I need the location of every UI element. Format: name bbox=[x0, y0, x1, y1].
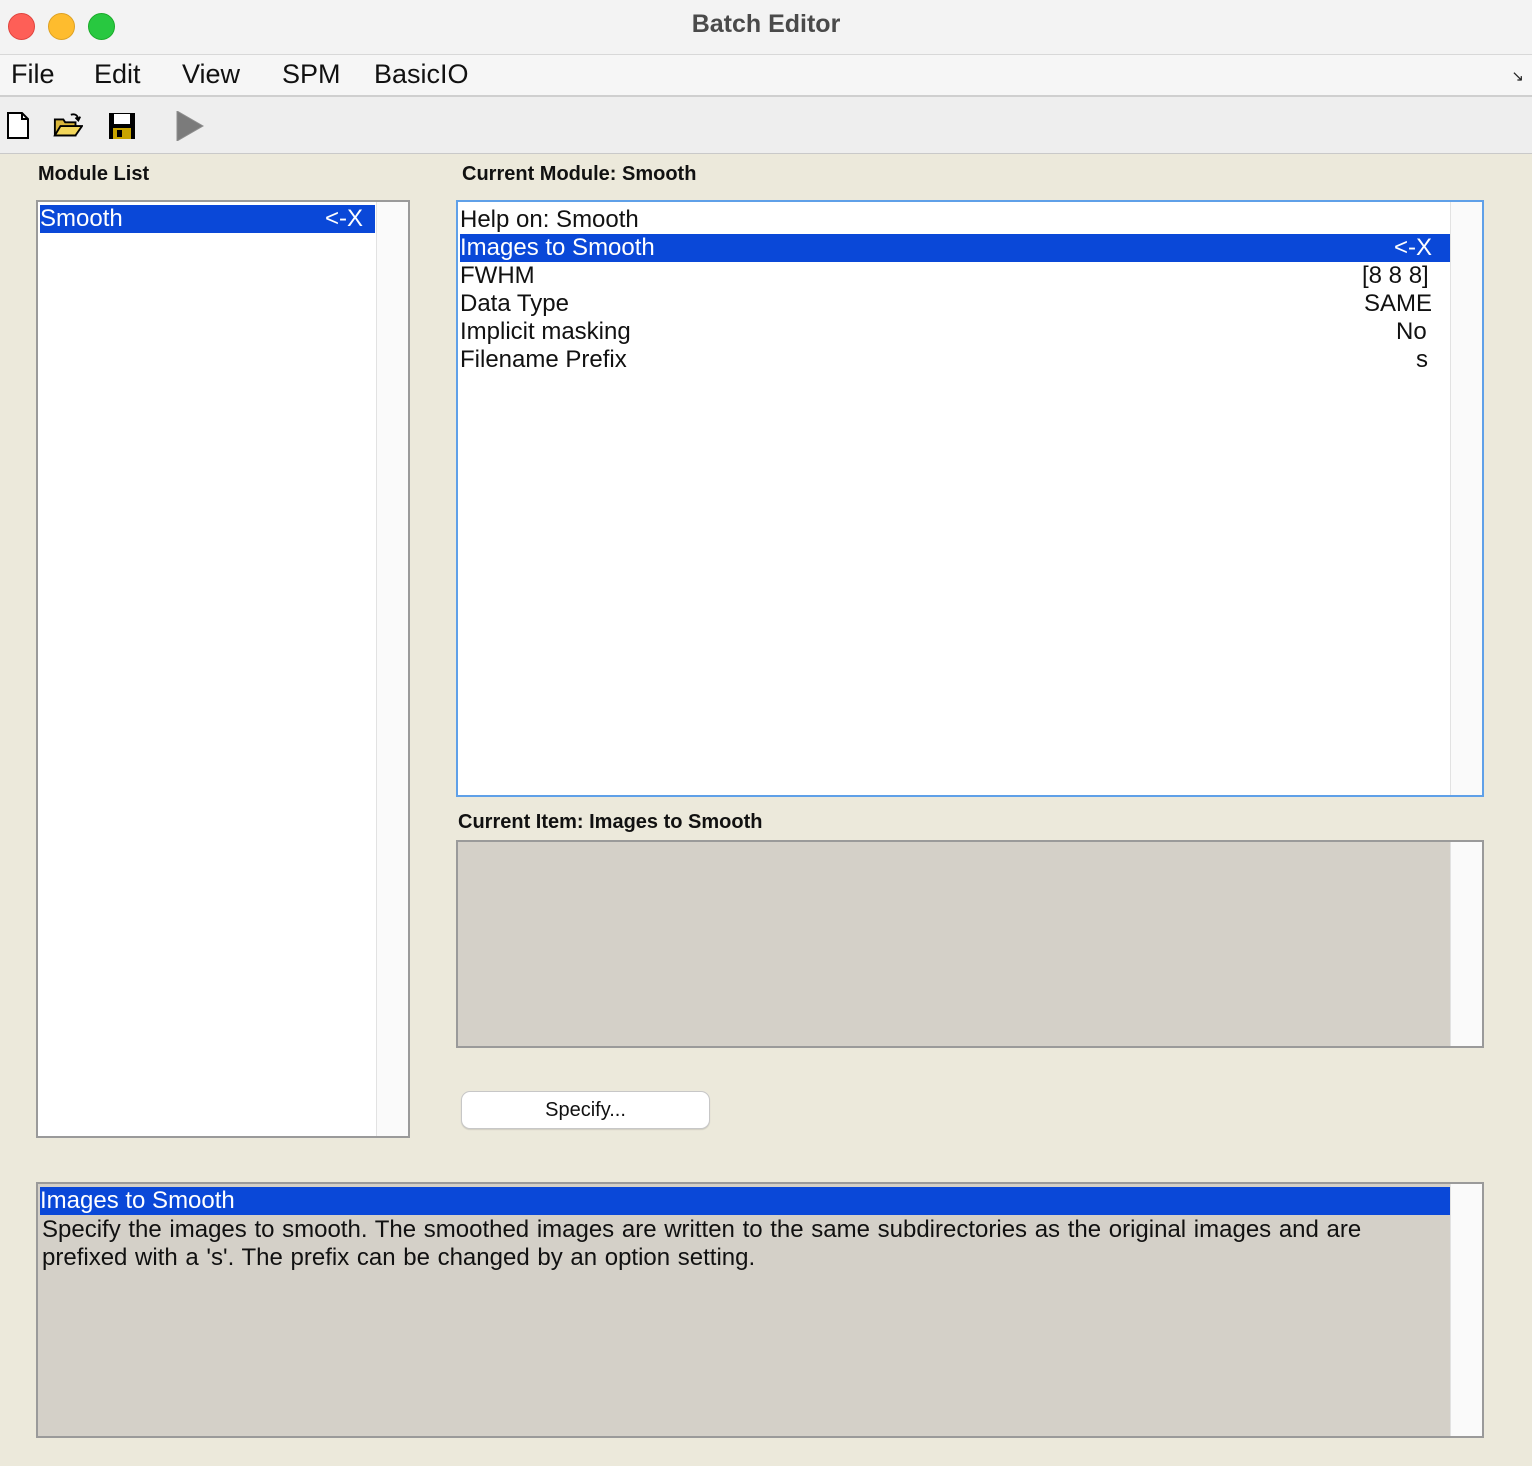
row-label: FWHM bbox=[460, 262, 535, 289]
help-scrollbar[interactable] bbox=[1450, 1184, 1482, 1436]
row-value: [8 8 8] bbox=[1362, 262, 1429, 289]
module-item-smooth[interactable]: Smooth <-X bbox=[40, 205, 375, 233]
module-list-label: Module List bbox=[38, 163, 150, 185]
new-file-icon[interactable] bbox=[4, 111, 34, 141]
current-module-list[interactable]: Help on: Smooth Images to Smooth <-X FWH… bbox=[456, 200, 1484, 797]
menu-view[interactable]: View bbox=[182, 59, 240, 90]
title-bar: Batch Editor bbox=[0, 0, 1532, 55]
module-row-help[interactable]: Help on: Smooth bbox=[460, 206, 1450, 234]
row-value: No bbox=[1396, 318, 1427, 345]
current-module-scrollbar[interactable] bbox=[1450, 202, 1482, 795]
help-text: Specify the images to smooth. The smooth… bbox=[42, 1216, 1362, 1271]
run-icon[interactable] bbox=[174, 111, 204, 141]
resize-corner-icon: ↘ bbox=[1511, 68, 1524, 85]
current-module-label: Current Module: Smooth bbox=[462, 163, 697, 185]
row-label: Images to Smooth bbox=[460, 234, 655, 261]
row-label: Help on: Smooth bbox=[460, 206, 639, 233]
menu-spm[interactable]: SPM bbox=[282, 59, 341, 90]
row-value: <-X bbox=[1394, 234, 1433, 261]
module-row-images-to-smooth[interactable]: Images to Smooth <-X bbox=[460, 234, 1450, 262]
current-item-list[interactable] bbox=[456, 840, 1484, 1048]
current-item-label: Current Item: Images to Smooth bbox=[458, 811, 763, 833]
row-value: s bbox=[1416, 346, 1428, 373]
module-row-implicit-masking[interactable]: Implicit masking No bbox=[460, 318, 1450, 346]
row-label: Implicit masking bbox=[460, 318, 631, 345]
menu-basicio[interactable]: BasicIO bbox=[374, 59, 469, 90]
row-value: SAME bbox=[1364, 290, 1433, 317]
module-list[interactable]: Smooth <-X bbox=[36, 200, 410, 1138]
window-title: Batch Editor bbox=[691, 10, 841, 38]
specify-button[interactable]: Specify... bbox=[461, 1091, 710, 1129]
menu-edit[interactable]: Edit bbox=[94, 59, 141, 90]
save-icon[interactable] bbox=[107, 111, 137, 141]
menu-bar: File Edit View SPM BasicIO ↘ bbox=[0, 55, 1532, 97]
module-row-fwhm[interactable]: FWHM [8 8 8] bbox=[460, 262, 1450, 290]
help-panel: Images to Smooth Specify the images to s… bbox=[36, 1182, 1484, 1438]
menu-file[interactable]: File bbox=[11, 59, 55, 90]
module-row-data-type[interactable]: Data Type SAME bbox=[460, 290, 1450, 318]
help-title: Images to Smooth bbox=[40, 1187, 1450, 1215]
current-item-scrollbar[interactable] bbox=[1450, 842, 1482, 1046]
module-item-tag: <-X bbox=[325, 205, 364, 232]
open-folder-icon[interactable] bbox=[53, 111, 83, 141]
module-list-scrollbar[interactable] bbox=[376, 202, 408, 1136]
row-label: Filename Prefix bbox=[460, 346, 627, 373]
module-row-filename-prefix[interactable]: Filename Prefix s bbox=[460, 346, 1450, 374]
module-item-name: Smooth bbox=[40, 205, 123, 232]
toolbar bbox=[0, 97, 1532, 154]
row-label: Data Type bbox=[460, 290, 569, 317]
